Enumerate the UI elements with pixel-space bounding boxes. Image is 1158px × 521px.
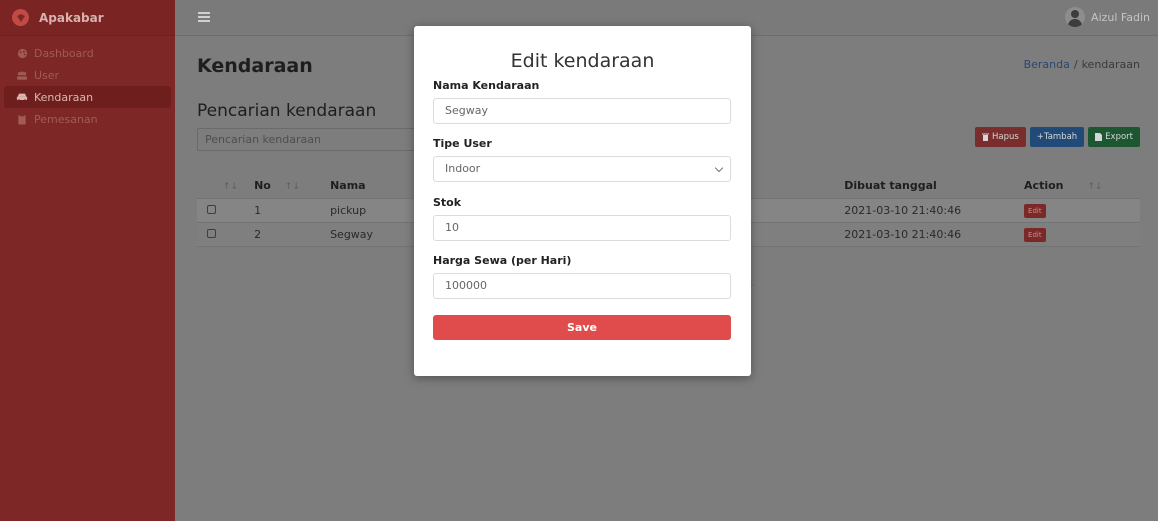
sidebar-item-user[interactable]: User <box>4 64 171 86</box>
row-checkbox[interactable] <box>207 204 216 214</box>
sidebar: Apakabar Dashboard User Kendaraan Pemesa… <box>0 0 175 521</box>
edit-button[interactable]: Edit <box>1024 203 1046 218</box>
toolbar: Hapus +Tambah Export <box>974 127 1140 147</box>
cell-no: 1 <box>244 198 321 223</box>
page-title: Kendaraan <box>197 55 313 77</box>
user-menu[interactable]: Aizul Fadin <box>1065 7 1150 27</box>
export-button[interactable]: Export <box>1088 127 1140 147</box>
breadcrumb: Beranda / kendaraan <box>1024 58 1140 71</box>
column-header-dibuat[interactable]: Dibuat tanggal <box>834 174 1015 199</box>
palette-icon <box>16 47 28 59</box>
sidebar-item-label: Dashboard <box>34 46 94 60</box>
pagination-next-icon[interactable]: › <box>750 280 760 292</box>
brand[interactable]: Apakabar <box>0 0 175 36</box>
cell-dibuat: 2021-03-10 21:40:46 <box>834 222 1015 247</box>
column-header-no[interactable]: No ↑↓ <box>244 174 321 199</box>
breadcrumb-current: kendaraan <box>1081 58 1140 71</box>
hapus-label: Hapus <box>991 132 1019 142</box>
search-input[interactable]: Pencarian kendaraan <box>197 128 427 151</box>
car-icon <box>16 91 28 103</box>
brand-logo-icon <box>12 9 29 26</box>
nama-kendaraan-input[interactable]: Segway <box>433 98 731 124</box>
cell-no: 2 <box>244 222 321 247</box>
tipe-user-label: Tipe User <box>433 137 492 150</box>
stok-input[interactable]: 10 <box>433 215 731 241</box>
tipe-user-selected: Indoor <box>445 162 481 175</box>
hapus-button[interactable]: Hapus <box>974 127 1026 147</box>
breadcrumb-home-link[interactable]: Beranda <box>1024 58 1070 71</box>
avatar <box>1065 7 1086 27</box>
nama-kendaraan-label: Nama Kendaraan <box>433 79 540 92</box>
brand-name: Apakabar <box>39 10 104 25</box>
modal-title: Edit kendaraan <box>510 50 655 72</box>
trash-icon <box>981 133 989 141</box>
users-icon <box>16 69 28 81</box>
file-icon <box>1095 133 1103 141</box>
sidebar-item-label: Pemesanan <box>34 112 98 126</box>
harga-sewa-label: Harga Sewa (per Hari) <box>433 254 572 267</box>
tipe-user-select[interactable]: Indoor <box>433 156 731 182</box>
clipboard-icon <box>16 113 28 125</box>
tambah-label: +Tambah <box>1036 132 1078 142</box>
edit-button[interactable]: Edit <box>1024 227 1046 242</box>
sidebar-item-dashboard[interactable]: Dashboard <box>4 42 171 64</box>
save-button[interactable]: Save <box>433 315 731 340</box>
section-title: Pencarian kendaraan <box>197 101 377 121</box>
tambah-button[interactable]: +Tambah <box>1029 127 1085 147</box>
user-name: Aizul Fadin <box>1091 10 1150 24</box>
sidebar-item-label: User <box>34 68 60 82</box>
edit-kendaraan-modal: Edit kendaraan Nama Kendaraan Segway Tip… <box>414 26 751 376</box>
sidebar-nav: Dashboard User Kendaraan Pemesanan <box>0 36 175 130</box>
breadcrumb-separator: / <box>1073 58 1078 71</box>
cell-dibuat: 2021-03-10 21:40:46 <box>834 198 1015 223</box>
select-column-header[interactable]: ↑↓ <box>197 174 245 199</box>
harga-sewa-input[interactable]: 100000 <box>433 273 731 299</box>
sidebar-item-kendaraan[interactable]: Kendaraan <box>4 86 171 108</box>
export-label: Export <box>1105 132 1133 142</box>
row-checkbox[interactable] <box>207 228 216 238</box>
sidebar-item-label: Kendaraan <box>34 90 94 104</box>
stok-label: Stok <box>433 196 462 209</box>
hamburger-menu-icon[interactable] <box>198 12 210 22</box>
sidebar-item-pemesanan[interactable]: Pemesanan <box>4 108 171 130</box>
column-header-action[interactable]: Action ↑↓ <box>1014 174 1140 199</box>
